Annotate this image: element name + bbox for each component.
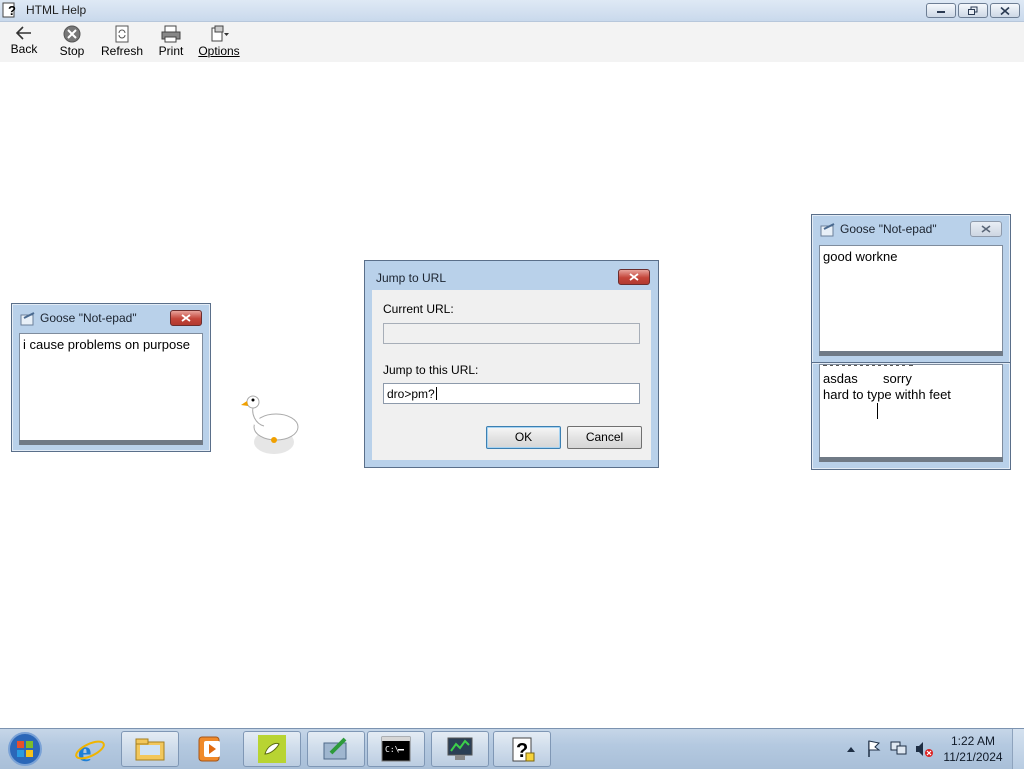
- notepad-text-area[interactable]: asdas sorry hard to type withh feet: [819, 364, 1003, 460]
- jump-to-url-dialog[interactable]: Jump to URL Current URL: Jump to this UR…: [364, 260, 659, 468]
- window-titlebar: ? HTML Help: [0, 0, 1024, 22]
- network-status-icon[interactable]: [890, 729, 908, 769]
- notepad-text-area[interactable]: i cause problems on purpose: [19, 333, 203, 442]
- notepad-text: i cause problems on purpose: [23, 337, 190, 352]
- internet-explorer-icon: e: [75, 735, 105, 764]
- stop-button[interactable]: Stop: [50, 24, 94, 60]
- text-caret: [435, 387, 437, 400]
- help-file-icon: ?: [2, 2, 16, 18]
- dialog-panel: Current URL: Jump to this URL: dro>pm? O…: [372, 290, 651, 460]
- current-url-field: [383, 323, 640, 344]
- goose-sprite[interactable]: [236, 390, 302, 456]
- notepad-status-strip: [819, 457, 1003, 462]
- stop-label: Stop: [59, 44, 85, 58]
- taskbar-media-player[interactable]: [181, 731, 239, 767]
- current-url-label: Current URL:: [383, 302, 454, 316]
- dialog-title: Jump to URL: [376, 271, 447, 285]
- printer-icon: [161, 25, 181, 43]
- notepad-text-area[interactable]: good workne: [819, 245, 1003, 355]
- start-button[interactable]: [6, 731, 44, 767]
- refresh-icon: [115, 25, 129, 43]
- close-icon: [629, 273, 639, 281]
- notepad-icon: [20, 312, 35, 326]
- jump-url-text: dro>pm?: [387, 387, 435, 401]
- goose-notepad-right-lower[interactable]: asdas sorry hard to type withh feet: [811, 362, 1011, 470]
- jump-url-input[interactable]: dro>pm?: [383, 383, 640, 404]
- help-file-icon: ?: [512, 737, 535, 762]
- command-prompt-icon: C:\: [381, 736, 411, 762]
- close-icon: [1000, 6, 1010, 15]
- dialog-close-button[interactable]: [618, 269, 650, 285]
- print-label: Print: [158, 44, 184, 58]
- media-player-icon: [198, 736, 220, 762]
- close-button[interactable]: [990, 3, 1020, 18]
- window-title: HTML Help: [26, 3, 87, 17]
- taskbar-notepad-app[interactable]: [307, 731, 365, 767]
- folder-icon: [135, 738, 165, 761]
- notepad-text: good workne: [823, 249, 898, 264]
- close-icon: [981, 225, 991, 233]
- notepad-text-line-1: asdas sorry: [823, 371, 912, 386]
- taskbar-internet-explorer[interactable]: e: [61, 731, 119, 767]
- show-hidden-icons-icon[interactable]: [845, 729, 857, 769]
- volume-muted-icon[interactable]: [914, 729, 934, 769]
- notepad-text-line-2: hard to type withh feet: [823, 387, 951, 402]
- clock-date: 11/21/2024: [943, 750, 1003, 764]
- minimize-icon: [937, 10, 945, 13]
- goose-notepad-left[interactable]: Goose "Not-epad" i cause problems on pur…: [11, 303, 211, 452]
- text-cursor: [877, 403, 878, 419]
- notepad-icon: [820, 223, 835, 237]
- svg-text:?: ?: [8, 3, 16, 18]
- help-toolbar: Back Stop Refresh Print Options: [0, 22, 1024, 62]
- windows-start-orb-icon: [8, 732, 42, 766]
- taskbar-file-explorer[interactable]: [121, 731, 179, 767]
- back-arrow-icon: [15, 26, 31, 40]
- taskbar-command-prompt[interactable]: C:\: [367, 731, 425, 767]
- back-button[interactable]: Back: [2, 24, 46, 60]
- clock-time: 1:22 AM: [950, 734, 996, 748]
- close-icon: [181, 314, 191, 322]
- jump-url-label: Jump to this URL:: [383, 363, 479, 377]
- system-clock[interactable]: 1:22 AM 11/21/2024: [940, 733, 1006, 765]
- action-center-flag-icon[interactable]: [866, 729, 882, 769]
- back-label: Back: [10, 42, 38, 56]
- options-icon: [211, 25, 229, 42]
- goose-notepad-right[interactable]: Goose "Not-epad" good workne: [811, 214, 1011, 364]
- notepad-title: Goose "Not-epad": [840, 222, 937, 236]
- jump-url-value: dro>pm?: [387, 387, 437, 401]
- ok-button[interactable]: OK: [486, 426, 561, 449]
- taskbar-goose-app[interactable]: [243, 731, 301, 767]
- minimize-button[interactable]: [926, 3, 956, 18]
- show-desktop-button[interactable]: [1012, 729, 1024, 769]
- cut-off-text-line: [823, 365, 913, 366]
- restore-button[interactable]: [958, 3, 988, 18]
- refresh-label: Refresh: [100, 44, 144, 58]
- cancel-button[interactable]: Cancel: [567, 426, 642, 449]
- stop-icon: [63, 25, 81, 43]
- svg-text:C:\: C:\: [385, 745, 400, 754]
- notepad-close-button[interactable]: [170, 310, 202, 326]
- options-label: Options: [198, 44, 240, 58]
- taskbar-network-app[interactable]: [431, 731, 489, 767]
- restore-icon: [968, 6, 978, 15]
- notepad-close-button[interactable]: [970, 221, 1002, 237]
- network-monitor-icon: [447, 737, 473, 760]
- notepad-status-strip: [19, 440, 203, 445]
- notepad-title: Goose "Not-epad": [40, 311, 137, 325]
- taskbar: e C:\ ? 1:22 AM 11/21/2024: [0, 728, 1024, 769]
- notepad-edit-icon: [323, 737, 347, 760]
- notepad-status-strip: [819, 351, 1003, 356]
- options-button[interactable]: Options: [197, 24, 241, 60]
- goose-app-icon: [258, 735, 286, 763]
- refresh-button[interactable]: Refresh: [100, 24, 144, 60]
- taskbar-html-help[interactable]: ?: [493, 731, 551, 767]
- print-button[interactable]: Print: [149, 24, 193, 60]
